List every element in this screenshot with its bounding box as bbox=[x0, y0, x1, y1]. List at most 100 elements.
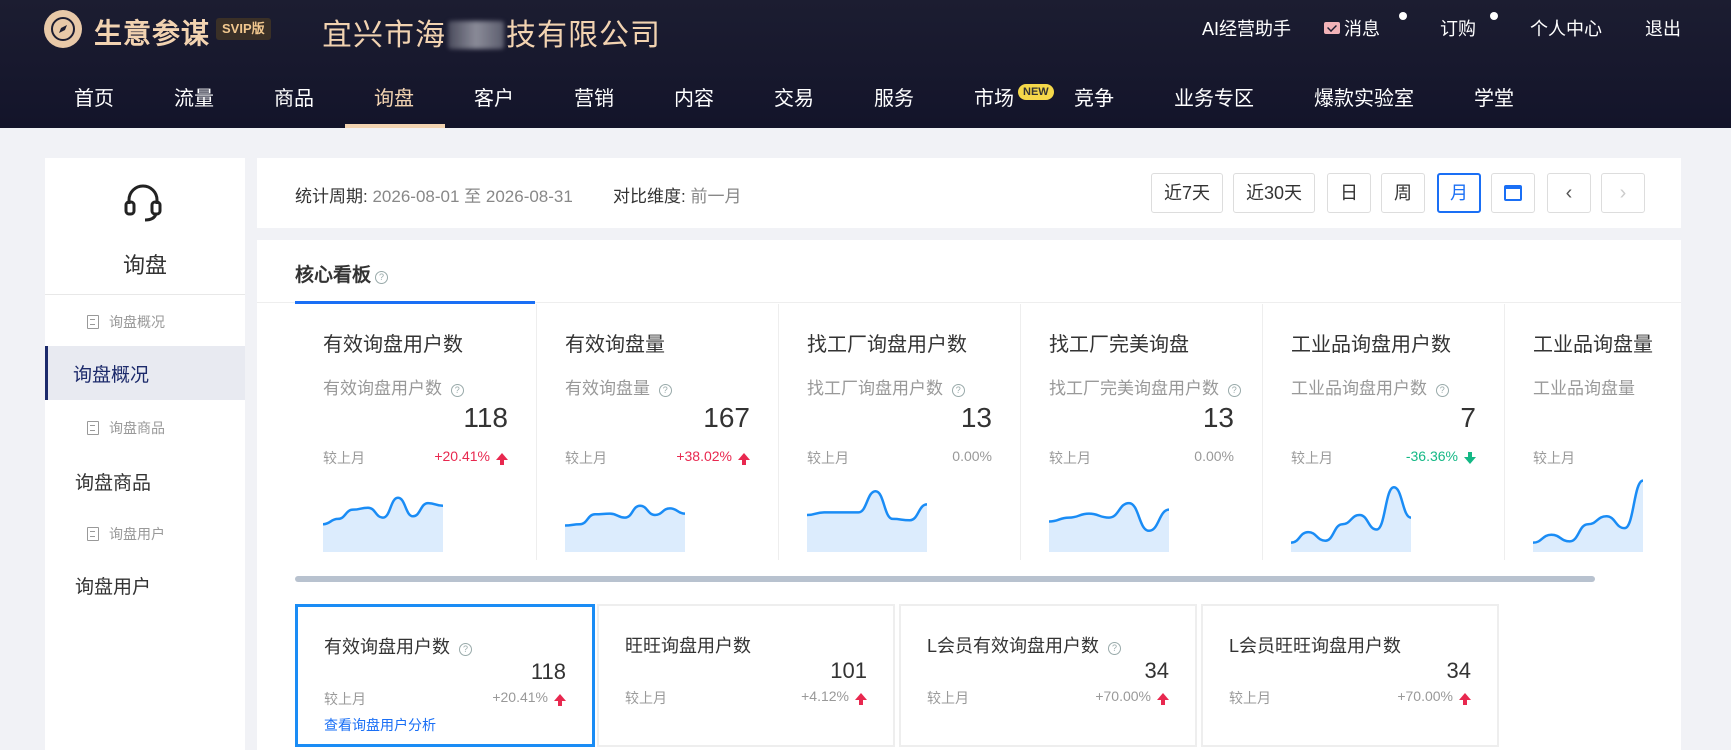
metric-tile[interactable]: 工业品询盘量 工业品询盘量 较上月 bbox=[1505, 304, 1681, 560]
core-board: 核心看板? 有效询盘用户数 有效询盘用户数 ? 118 较上月 +20.41% 有效询盘量… bbox=[257, 240, 1681, 750]
ai-assistant-link[interactable]: AI经营助手 bbox=[1202, 15, 1291, 41]
profile-link[interactable]: 个人中心 bbox=[1530, 15, 1602, 41]
arrow-up-icon bbox=[496, 453, 508, 465]
card-compare-label: 较上月 bbox=[927, 690, 969, 706]
metric-tile[interactable]: 找工厂完美询盘 找工厂完美询盘用户数 ? 13 较上月 0.00% bbox=[1021, 304, 1263, 560]
help-icon[interactable]: ? bbox=[375, 271, 389, 284]
nav-competition[interactable]: 竞争 bbox=[1074, 82, 1114, 111]
metric-change: +20.41% bbox=[434, 448, 508, 465]
sidebar: 询盘 询盘概况 询盘概况 询盘商品 询盘商品 询盘用户 询盘用户 bbox=[45, 158, 245, 750]
calendar-button[interactable] bbox=[1491, 173, 1535, 213]
sidebar-item-overview[interactable]: 询盘概况 bbox=[73, 360, 149, 387]
nav-home[interactable]: 首页 bbox=[74, 82, 114, 111]
compass-logo-icon bbox=[44, 10, 82, 48]
nav-active-indicator bbox=[345, 124, 445, 128]
summary-card[interactable]: 旺旺询盘用户数 101 较上月 +4.12% bbox=[597, 604, 895, 747]
nav-products[interactable]: 商品 bbox=[274, 82, 314, 111]
sidebar-divider bbox=[45, 294, 245, 295]
metric-subtitle: 找工厂完美询盘用户数 ? bbox=[1049, 374, 1241, 399]
help-icon[interactable]: ? bbox=[658, 384, 672, 397]
sparkline-area bbox=[323, 497, 443, 552]
metric-compare-label: 较上月 bbox=[1049, 450, 1091, 466]
edition-badge: SVIP版 bbox=[216, 18, 271, 40]
sparkline-area bbox=[565, 505, 685, 552]
nav-trade[interactable]: 交易 bbox=[774, 82, 814, 111]
metric-carousel: 有效询盘用户数 有效询盘用户数 ? 118 较上月 +20.41% 有效询盘量 有效询盘量 … bbox=[295, 304, 1681, 560]
card-title: 旺旺询盘用户数 bbox=[625, 636, 751, 656]
metric-change: 0.00% bbox=[952, 448, 992, 464]
sparkline-area bbox=[1049, 503, 1169, 552]
metric-title: 工业品询盘量 bbox=[1533, 334, 1653, 356]
card-compare-label: 较上月 bbox=[324, 691, 366, 707]
nav-customers[interactable]: 客户 bbox=[474, 82, 514, 111]
arrow-up-icon bbox=[554, 694, 566, 706]
company-name: 宜兴市海 技有限公司 bbox=[322, 19, 661, 52]
nav-hot-lab[interactable]: 爆款实验室 bbox=[1314, 82, 1414, 111]
metric-compare-label: 较上月 bbox=[323, 450, 365, 466]
range-week-button[interactable]: 周 bbox=[1381, 173, 1425, 213]
sparkline-chart bbox=[1049, 501, 1170, 552]
sidebar-item-users[interactable]: 询盘用户 bbox=[75, 572, 151, 599]
messages-link[interactable]: 消息 bbox=[1324, 15, 1380, 41]
metric-compare-label: 较上月 bbox=[807, 450, 849, 466]
metric-tile[interactable]: 工业品询盘用户数 工业品询盘用户数 ? 7 较上月 -36.36% bbox=[1263, 304, 1505, 560]
nav-school[interactable]: 学堂 bbox=[1474, 82, 1514, 111]
metric-compare-label: 较上月 bbox=[1533, 450, 1575, 466]
card-change: +70.00% bbox=[1095, 688, 1169, 705]
range-day-button[interactable]: 日 bbox=[1327, 173, 1371, 213]
nav-business-zone[interactable]: 业务专区 bbox=[1174, 82, 1254, 111]
logout-link[interactable]: 退出 bbox=[1645, 15, 1681, 41]
period-bar: 统计周期: 2026-08-01 至 2026-08-31 对比维度: 前一月 … bbox=[257, 158, 1681, 228]
help-icon[interactable]: ? bbox=[459, 643, 473, 656]
nav-inquiry[interactable]: 询盘 bbox=[374, 82, 414, 111]
range-month-button[interactable]: 月 bbox=[1437, 173, 1481, 213]
card-value: 34 bbox=[1144, 658, 1169, 683]
sidebar-sub-products[interactable]: 询盘商品 bbox=[87, 418, 165, 438]
summary-card[interactable]: L会员旺旺询盘用户数 34 较上月 +70.00% bbox=[1201, 604, 1499, 747]
redacted-text bbox=[448, 21, 504, 49]
help-icon[interactable]: ? bbox=[450, 384, 464, 397]
metric-compare-label: 较上月 bbox=[1291, 450, 1333, 466]
headset-icon bbox=[124, 184, 162, 222]
sparkline-chart bbox=[807, 489, 928, 552]
metric-title: 工业品询盘用户数 bbox=[1291, 334, 1451, 356]
card-change: +70.00% bbox=[1397, 688, 1471, 705]
help-icon[interactable]: ? bbox=[1435, 384, 1449, 397]
horizontal-scrollbar[interactable] bbox=[295, 576, 1595, 582]
range-30d-button[interactable]: 近30天 bbox=[1233, 173, 1315, 213]
nav-marketing[interactable]: 营销 bbox=[574, 82, 614, 111]
next-period-button[interactable]: › bbox=[1601, 173, 1645, 213]
help-icon[interactable]: ? bbox=[1227, 384, 1241, 397]
metric-tile[interactable]: 找工厂询盘用户数 找工厂询盘用户数 ? 13 较上月 0.00% bbox=[779, 304, 1021, 560]
metric-tile[interactable]: 有效询盘用户数 有效询盘用户数 ? 118 较上月 +20.41% bbox=[295, 304, 537, 560]
summary-card[interactable]: L会员有效询盘用户数 ? 34 较上月 +70.00% bbox=[899, 604, 1197, 747]
brand-name: 生意参谋 bbox=[94, 18, 211, 49]
help-icon[interactable]: ? bbox=[951, 384, 965, 397]
nav-market[interactable]: 市场 bbox=[974, 82, 1014, 111]
card-change: +4.12% bbox=[801, 688, 867, 705]
prev-period-button[interactable]: ‹ bbox=[1547, 173, 1591, 213]
help-icon[interactable]: ? bbox=[1108, 642, 1122, 655]
document-icon bbox=[87, 527, 99, 541]
nav-service[interactable]: 服务 bbox=[874, 82, 914, 111]
orders-link[interactable]: 订购 bbox=[1440, 15, 1476, 41]
card-change: +20.41% bbox=[492, 689, 566, 706]
sidebar-sub-users[interactable]: 询盘用户 bbox=[87, 524, 165, 544]
metric-value: 167 bbox=[703, 402, 750, 433]
summary-card[interactable]: 有效询盘用户数 ? 118 较上月 +20.41% 查看询盘用户分析 bbox=[295, 604, 595, 747]
card-title: 有效询盘用户数 ? bbox=[324, 633, 473, 659]
board-title: 核心看板? bbox=[295, 260, 389, 287]
sidebar-item-products[interactable]: 询盘商品 bbox=[75, 468, 151, 495]
view-user-analysis-link[interactable]: 查看询盘用户分析 bbox=[324, 715, 436, 735]
metric-subtitle: 有效询盘量 ? bbox=[565, 374, 672, 399]
metric-tile[interactable]: 有效询盘量 有效询盘量 ? 167 较上月 +38.02% bbox=[537, 304, 779, 560]
nav-traffic[interactable]: 流量 bbox=[174, 82, 214, 111]
sparkline-chart bbox=[565, 504, 686, 552]
range-7d-button[interactable]: 近7天 bbox=[1151, 173, 1223, 213]
sidebar-sub-overview[interactable]: 询盘概况 bbox=[87, 312, 165, 332]
orders-dot bbox=[1490, 12, 1498, 20]
sidebar-title: 询盘 bbox=[122, 253, 167, 278]
metric-title: 有效询盘量 bbox=[565, 334, 665, 356]
nav-content[interactable]: 内容 bbox=[674, 82, 714, 111]
metric-value: 7 bbox=[1460, 402, 1476, 433]
